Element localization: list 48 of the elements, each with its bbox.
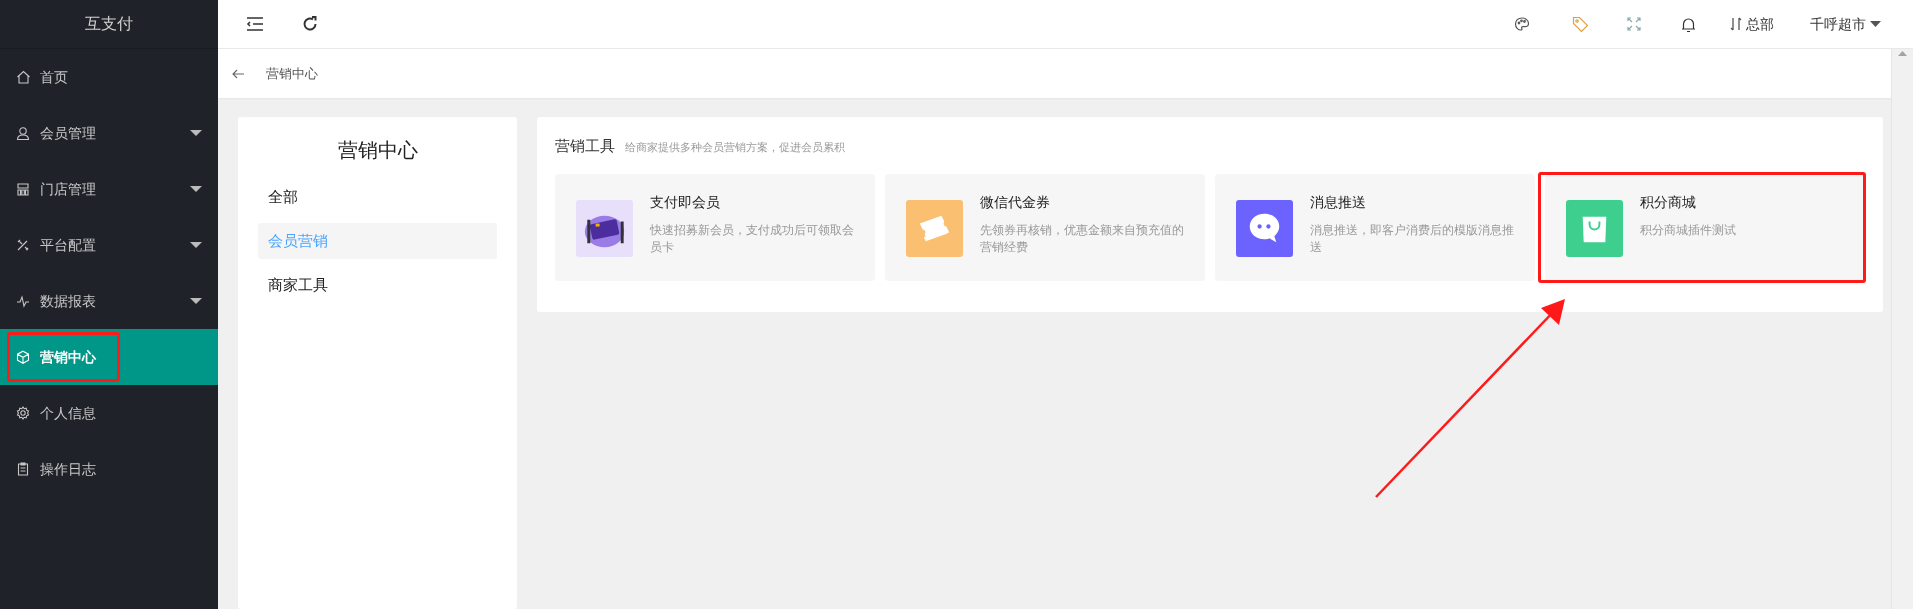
- refresh-icon[interactable]: [302, 16, 318, 32]
- tool-card[interactable]: 支付即会员 快速招募新会员，支付成功后可领取会员卡: [555, 173, 875, 281]
- panel-title: 营销中心: [336, 138, 419, 163]
- caret-icon: [190, 242, 202, 248]
- store-dropdown[interactable]: 千呼超市: [1810, 13, 1881, 35]
- card-title: 支付即会员: [650, 192, 721, 212]
- card-title: 微信代金券: [980, 192, 1051, 212]
- caret-icon: [190, 298, 202, 304]
- grid-icon: [16, 182, 30, 196]
- app-logo-text: 互支付: [85, 14, 133, 34]
- nav-item[interactable]: 营销中心: [0, 329, 218, 385]
- card-description: 快速招募新会员，支付成功后可领取会员卡: [650, 221, 855, 256]
- tool-card[interactable]: 微信代金券 先领券再核销，优惠金额来自预充值的营销经费: [885, 173, 1205, 281]
- branch-label[interactable]: 总部: [1746, 13, 1774, 35]
- tools-icon: [16, 238, 30, 252]
- caret-icon: [190, 186, 202, 192]
- nav-item[interactable]: 门店管理: [0, 161, 218, 217]
- nav-item[interactable]: 个人信息: [0, 385, 218, 441]
- nav-item[interactable]: 平台配置: [0, 217, 218, 273]
- category-tab[interactable]: 全部: [258, 179, 497, 215]
- caret-icon: [1870, 21, 1881, 27]
- card-description: 消息推送，即客户消费后的模版消息推送: [1310, 221, 1515, 256]
- clipboard-icon: [16, 462, 30, 476]
- nav-item[interactable]: 数据报表: [0, 273, 218, 329]
- section-subtitle: 给商家提供多种会员营销方案，促进会员累积: [625, 140, 845, 155]
- nav-item[interactable]: 会员管理: [0, 105, 218, 161]
- nav-item[interactable]: 首页: [0, 49, 218, 105]
- section-title: 营销工具: [555, 136, 615, 156]
- cube-icon: [16, 350, 30, 364]
- bell-icon[interactable]: [1681, 15, 1696, 33]
- menu-fold-icon[interactable]: [246, 17, 264, 31]
- card-description: 积分商城插件测试: [1640, 221, 1736, 239]
- palette-icon[interactable]: [1514, 16, 1530, 32]
- gear-icon: [16, 406, 30, 420]
- switch-icon[interactable]: [1730, 17, 1742, 31]
- card-title: 积分商城: [1640, 192, 1697, 212]
- breadcrumb-text: 营销中心: [266, 64, 318, 83]
- user-icon: [16, 126, 30, 140]
- home-icon: [16, 70, 30, 84]
- pulse-icon: [16, 294, 30, 308]
- tool-card[interactable]: 消息推送 消息推送，即客户消费后的模版消息推送: [1215, 173, 1535, 281]
- category-tab[interactable]: 商家工具: [258, 267, 497, 303]
- tool-card[interactable]: 积分商城 积分商城插件测试: [1545, 173, 1865, 281]
- nav-item[interactable]: 操作日志: [0, 441, 218, 497]
- back-arrow-icon[interactable]: [232, 68, 244, 79]
- card-title: 消息推送: [1310, 192, 1367, 212]
- card-description: 先领券再核销，优惠金额来自预充值的营销经费: [980, 221, 1185, 256]
- caret-icon: [190, 130, 202, 136]
